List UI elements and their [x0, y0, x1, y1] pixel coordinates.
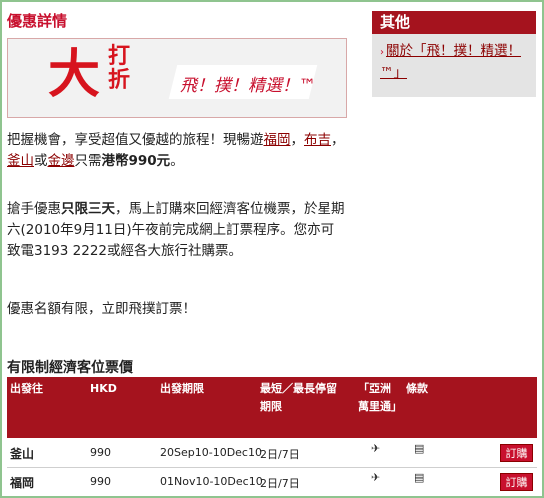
row-stay: 2日/7日	[260, 448, 300, 461]
row-hkd: 990	[90, 475, 111, 488]
sidebar-link-about[interactable]: 關於「飛！撲！精選！™」	[380, 43, 521, 81]
row-city: 福岡	[10, 476, 35, 490]
airplane-icon: ✈	[371, 471, 381, 484]
book-button[interactable]: 訂購	[500, 473, 533, 491]
link-busan[interactable]: 釜山	[7, 153, 34, 169]
col-hkd: HKD	[90, 382, 117, 395]
intro-paragraph: 把握機會，享受超值又優越的旅程！現暢遊福岡，布吉，釜山或金邊只需港幣990元。	[7, 130, 347, 172]
terms-icon[interactable]: ▤	[414, 471, 424, 484]
comma: ，	[290, 132, 305, 148]
closing-paragraph: 優惠名額有限，立即飛撲訂票！	[7, 301, 196, 317]
period: 。	[170, 153, 184, 169]
fare-table-title: 有限制經濟客位票價	[7, 360, 133, 376]
offer-paragraph: 搶手優惠只限三天，馬上訂購來回經濟客位機票，於星期六(2010年9月11日)午夜…	[7, 199, 347, 262]
col-terms: 條款	[406, 382, 428, 395]
page-title: 優惠詳情	[7, 12, 68, 30]
row-period: 20Sep10-10Dec10	[160, 446, 262, 459]
or-text: 或	[34, 153, 48, 169]
link-phnom-penh[interactable]: 金邊	[48, 153, 75, 169]
table-row: 福岡 990 01Nov10-10Dec10 2日/7日 ✈ ▤ 訂購	[7, 469, 537, 495]
book-button[interactable]: 訂購	[500, 444, 533, 462]
intro-text: 把握機會，享受超值又優越的旅程！現暢遊	[7, 132, 264, 148]
col-travel-period: 出發期限	[160, 382, 204, 395]
banner-big-text: 大	[48, 45, 100, 105]
fare-table-header: 出發往 HKD 出發期限 最短／最長停留期限 「亞洲萬里通」 條款	[7, 377, 537, 438]
only-text: 只需	[74, 153, 102, 169]
sidebar-box: 其他 › 關於「飛！撲！精選！™」	[372, 11, 536, 97]
table-row: 釜山 990 20Sep10-10Dec10 2日/7日 ✈ ▤ 訂購	[7, 440, 537, 466]
col-destination: 出發往	[10, 382, 43, 395]
arrow-right-icon: ›	[380, 47, 384, 58]
terms-icon[interactable]: ▤	[414, 442, 424, 455]
banner-small-text: 打折	[108, 44, 131, 93]
link-phuket[interactable]: 布吉	[304, 132, 331, 148]
price-text: 港幣990元	[101, 153, 171, 169]
comma: ，	[331, 132, 345, 148]
promo-banner: 大 打折 飛！撲！精選！™	[7, 38, 347, 118]
col-asia-miles: 「亞洲萬里通」	[358, 382, 402, 413]
row-period: 01Nov10-10Dec10	[160, 475, 263, 488]
sidebar-item: › 關於「飛！撲！精選！™」	[380, 41, 530, 83]
col-stay: 最短／最長停留期限	[260, 382, 337, 413]
airplane-icon: ✈	[371, 442, 381, 455]
sidebar-heading: 其他	[372, 11, 536, 34]
row-stay: 2日/7日	[260, 477, 300, 490]
row-hkd: 990	[90, 446, 111, 459]
banner-slogan: 飛！撲！精選！™	[180, 76, 316, 96]
row-city: 釜山	[10, 447, 35, 461]
link-fukuoka[interactable]: 福岡	[264, 132, 291, 148]
offer-text-start: 搶手優惠	[7, 201, 61, 217]
row-divider	[7, 467, 537, 468]
offer-limited: 只限三天	[61, 201, 115, 217]
